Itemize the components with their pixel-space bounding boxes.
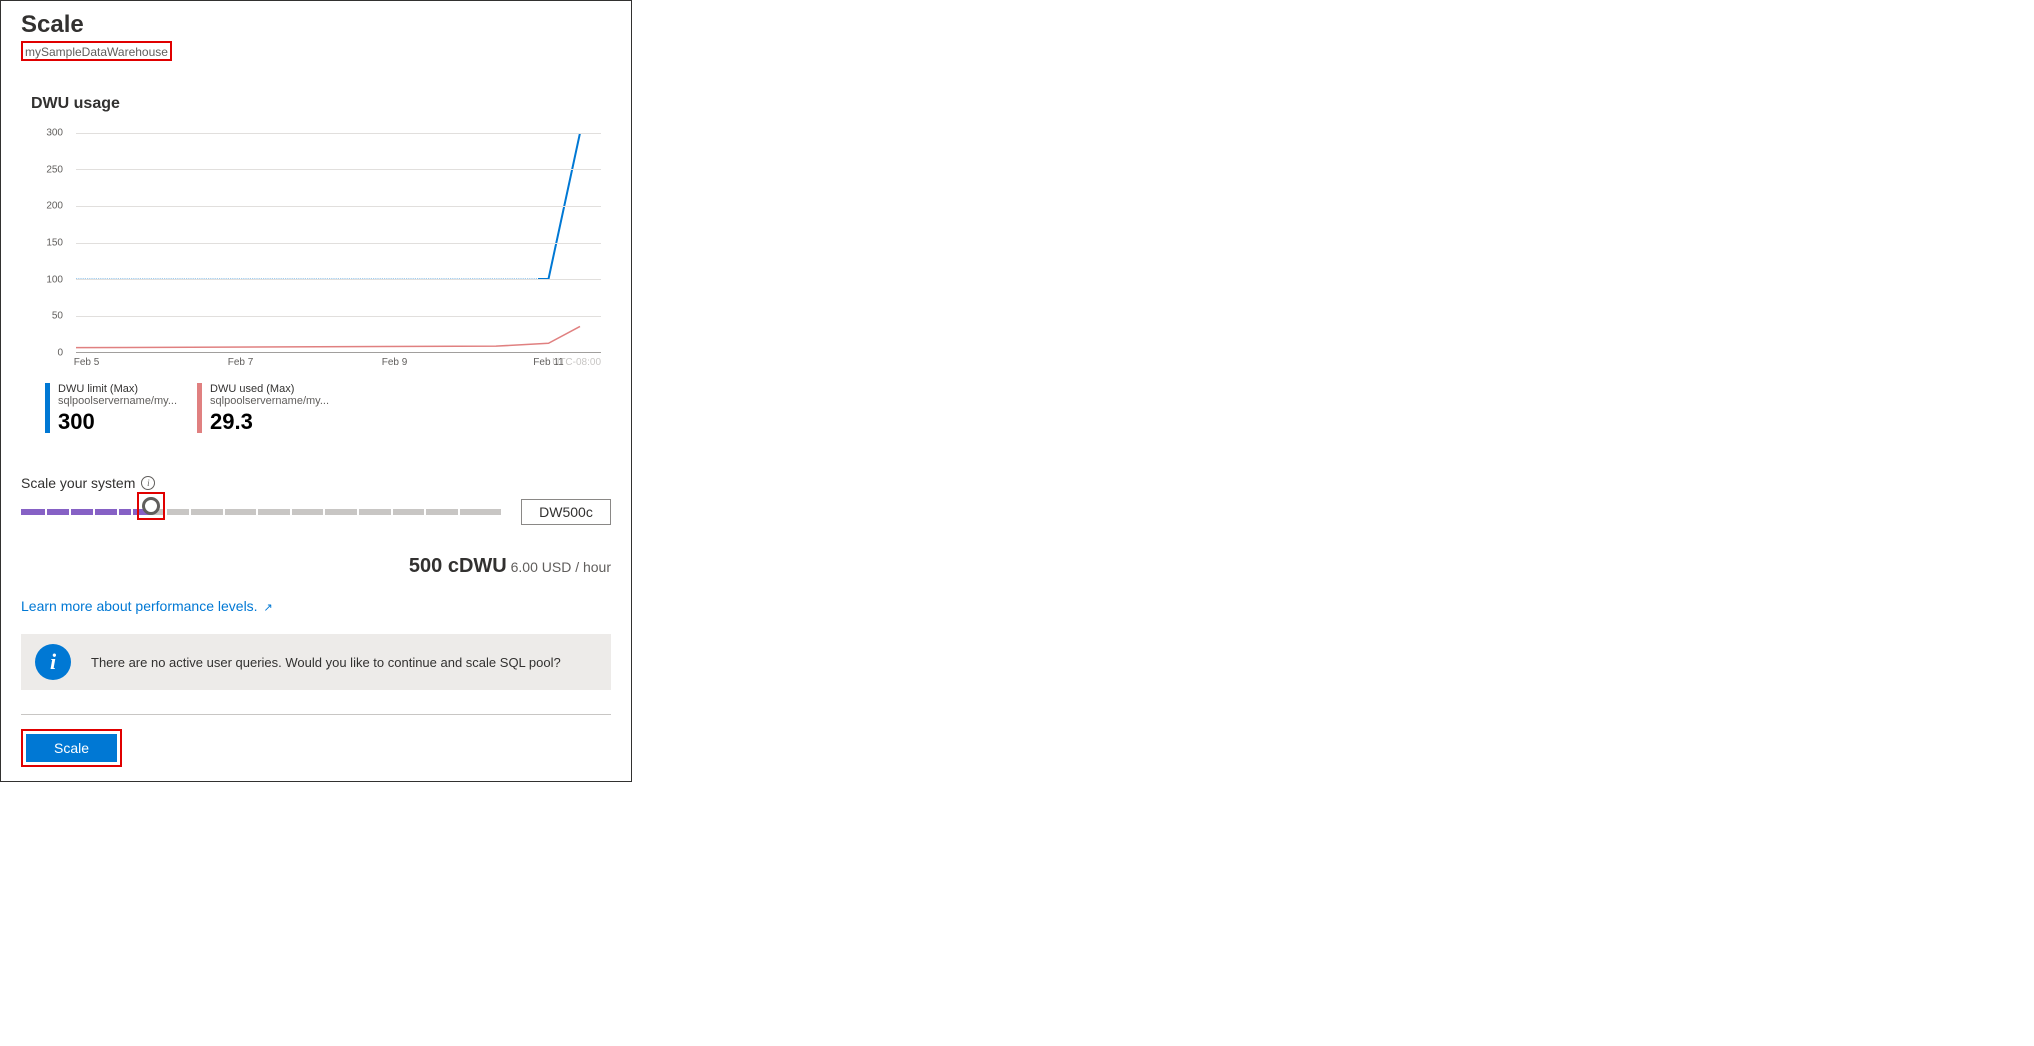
dwu-value-box[interactable]: DW500c — [521, 499, 611, 525]
legend-color-bar — [197, 383, 202, 433]
legend-title: DWU limit (Max) — [58, 383, 177, 395]
slider-thumb[interactable] — [142, 497, 160, 515]
legend-item-limit: DWU limit (Max) sqlpoolservername/my... … — [45, 383, 177, 435]
scale-panel: Scale mySampleDataWarehouse DWU usage 05… — [0, 0, 632, 782]
scale-button[interactable]: Scale — [26, 734, 117, 762]
scale-section: Scale your system i DW500c — [1, 435, 631, 525]
page-title: Scale — [21, 11, 611, 39]
info-icon[interactable]: i — [141, 476, 155, 490]
legend-color-bar — [45, 383, 50, 433]
chart-plot-area — [76, 133, 601, 353]
legend-sub: sqlpoolservername/my... — [210, 395, 329, 407]
slider-thumb-highlight — [137, 492, 165, 520]
resource-name: mySampleDataWarehouse — [25, 45, 168, 59]
legend-value: 300 — [58, 409, 177, 435]
panel-footer: Scale — [1, 715, 631, 781]
legend-sub: sqlpoolservername/my... — [58, 395, 177, 407]
external-link-icon: ↗ — [263, 602, 272, 614]
slider-label: Scale your system — [21, 475, 135, 491]
usage-title: DWU usage — [1, 65, 631, 113]
cost-price: 6.00 USD / hour — [511, 559, 611, 575]
cost-display: 500 cDWU 6.00 USD / hour — [1, 525, 631, 578]
legend-title: DWU used (Max) — [210, 383, 329, 395]
legend-item-used: DWU used (Max) sqlpoolservername/my... 2… — [197, 383, 329, 435]
chart-y-axis: 050100150200250300 — [21, 133, 71, 353]
dwu-slider[interactable] — [21, 502, 501, 522]
chart-legend: DWU limit (Max) sqlpoolservername/my... … — [1, 373, 631, 435]
scale-button-highlight: Scale — [21, 729, 122, 767]
dwu-usage-chart: 050100150200250300 UTC-08:00 Feb 5Feb 7F… — [1, 113, 631, 373]
info-icon: i — [35, 644, 71, 680]
cost-dwu: 500 cDWU — [409, 555, 507, 577]
subtitle-highlight: mySampleDataWarehouse — [21, 41, 172, 61]
info-banner: i There are no active user queries. Woul… — [21, 634, 611, 690]
legend-value: 29.3 — [210, 409, 329, 435]
banner-text: There are no active user queries. Would … — [91, 655, 561, 670]
panel-header: Scale mySampleDataWarehouse — [1, 1, 631, 65]
learn-more-link[interactable]: Learn more about performance levels. ↗ — [21, 598, 273, 614]
